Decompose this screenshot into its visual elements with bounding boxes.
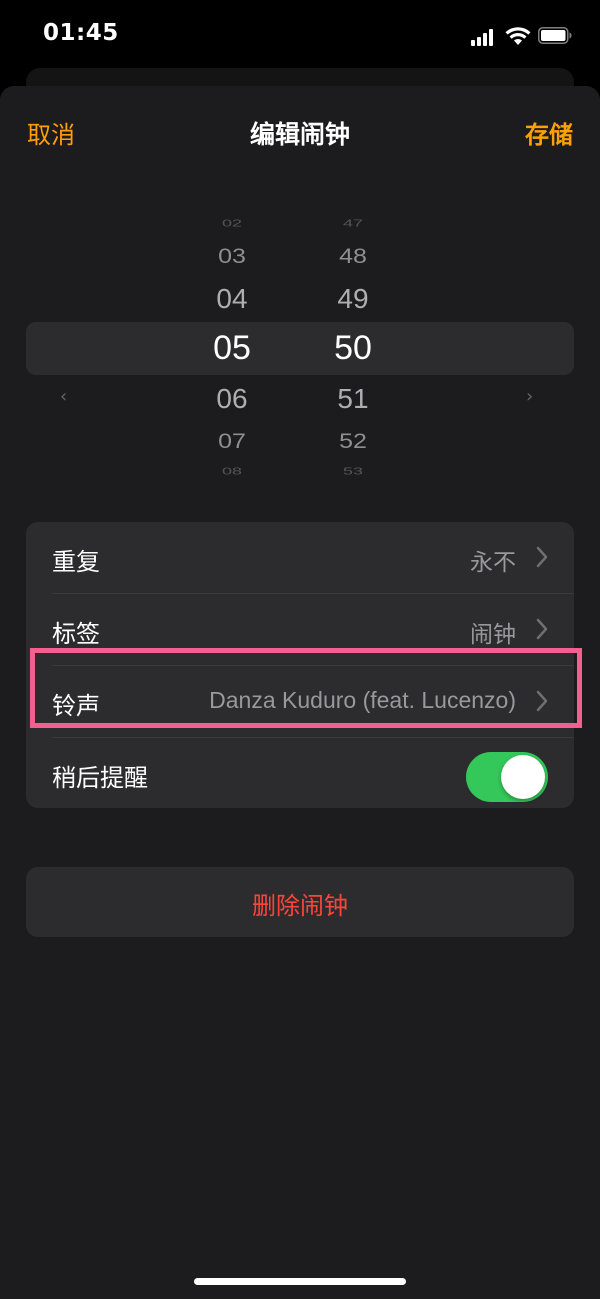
minute-option[interactable]: 49 — [313, 283, 393, 315]
cellular-signal-icon — [471, 28, 497, 46]
status-time: 01:45 — [43, 20, 119, 46]
hour-option[interactable]: 04 — [192, 283, 272, 315]
minute-option[interactable]: 51 — [313, 383, 393, 415]
chevron-right-icon — [536, 546, 548, 568]
page-title: 编辑闹钟 — [249, 120, 350, 149]
hour-option-selected[interactable]: 05 — [192, 329, 272, 368]
home-indicator — [194, 1278, 406, 1285]
wifi-icon — [505, 27, 531, 45]
snooze-row: 稍后提醒 — [26, 738, 574, 810]
tag-value: 闹钟 — [470, 621, 516, 647]
status-bar: 01:45 — [0, 0, 600, 70]
minute-picker[interactable]: 47 48 49 50 51 52 53 — [313, 205, 393, 495]
snooze-toggle[interactable] — [466, 752, 548, 802]
hour-option[interactable]: 07 — [192, 429, 272, 454]
toggle-knob — [501, 755, 545, 799]
minute-option[interactable]: 47 — [313, 218, 393, 230]
hour-option[interactable]: 02 — [192, 218, 272, 230]
hour-option[interactable]: 08 — [192, 466, 272, 478]
repeat-value: 永不 — [470, 549, 516, 575]
annotation-highlight-box — [30, 648, 582, 728]
minute-option[interactable]: 48 — [313, 244, 393, 269]
save-button[interactable]: 存储 — [525, 115, 573, 150]
hour-picker[interactable]: 02 03 04 05 06 07 08 — [192, 205, 272, 495]
delete-alarm-label: 删除闹钟 — [252, 892, 348, 920]
battery-icon — [538, 27, 572, 44]
hour-option[interactable]: 03 — [192, 244, 272, 269]
hour-option[interactable]: 06 — [192, 383, 272, 415]
picker-selection-band — [26, 322, 574, 375]
repeat-row[interactable]: 重复 永不 — [26, 522, 574, 594]
minute-option[interactable]: 52 — [313, 429, 393, 454]
minute-option-selected[interactable]: 50 — [313, 329, 393, 368]
minute-option[interactable]: 53 — [313, 466, 393, 478]
picker-side-mark: › — [526, 386, 534, 407]
tag-label: 标签 — [52, 620, 100, 648]
repeat-label: 重复 — [52, 548, 100, 576]
delete-alarm-button[interactable]: 删除闹钟 — [26, 867, 574, 937]
snooze-label: 稍后提醒 — [52, 764, 148, 792]
chevron-right-icon — [536, 618, 548, 640]
picker-side-mark: ‹ — [60, 386, 68, 407]
